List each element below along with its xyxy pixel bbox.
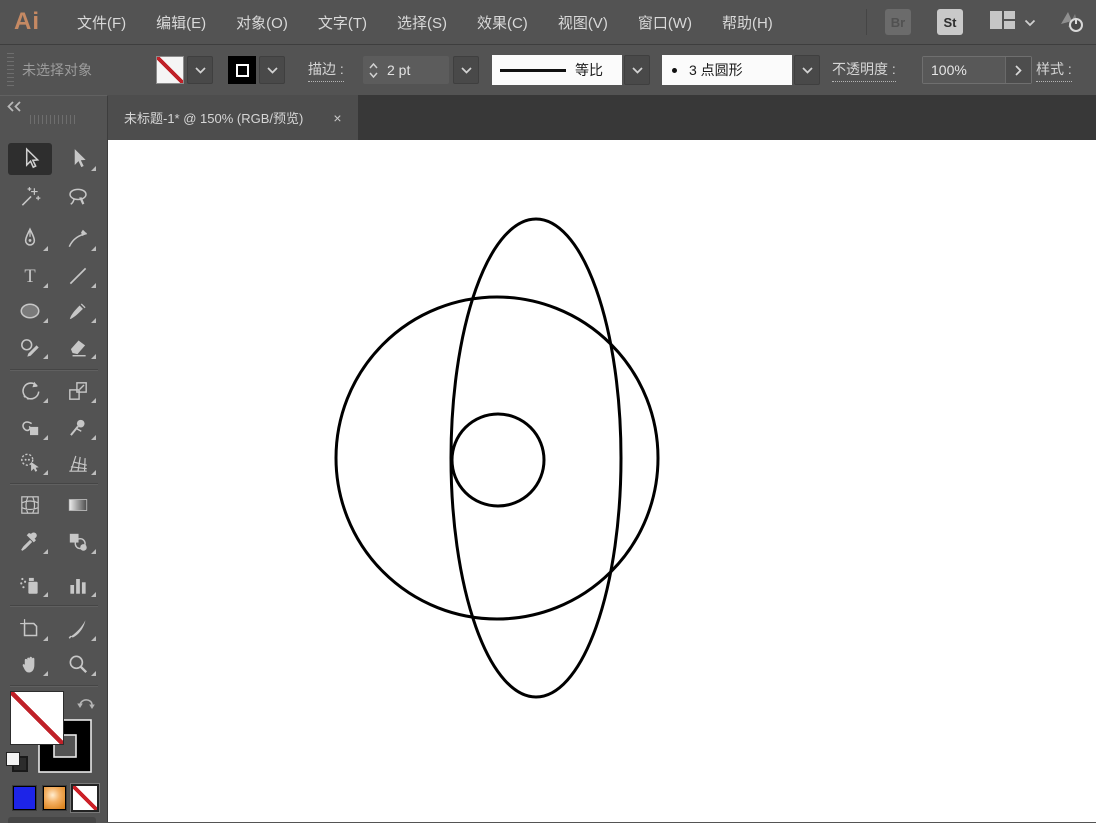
toolbar-divider <box>10 605 98 606</box>
menu-view[interactable]: 视图(V) <box>543 0 623 44</box>
bridge-icon[interactable]: Br <box>885 9 911 35</box>
opacity-widget[interactable]: 100% <box>922 56 1032 84</box>
tool-eyedropper[interactable] <box>8 526 52 558</box>
menu-window[interactable]: 窗口(W) <box>623 0 707 44</box>
drawing-mode-group-edge <box>8 817 96 823</box>
tool-magic-wand[interactable] <box>8 181 52 213</box>
tool-zoom[interactable] <box>56 648 100 680</box>
stroke-width-dropdown[interactable] <box>453 56 479 84</box>
tools-panel: T <box>0 95 108 823</box>
control-bar: 未选择对象 描边 : 2 pt 等比 3 点圆形 不透明度 : 100% 样式 … <box>0 45 1096 96</box>
fill-mode-color-button[interactable] <box>12 785 37 811</box>
tool-hand[interactable] <box>8 648 52 680</box>
tool-curvature[interactable] <box>56 223 100 255</box>
width-profile-value: 等比 <box>575 62 603 78</box>
stroke-width-stepper[interactable]: 2 pt <box>363 56 449 84</box>
panel-drag-grip[interactable] <box>30 115 76 124</box>
fill-color-proxy[interactable] <box>10 691 64 745</box>
toolbar-divider <box>10 483 98 484</box>
tool-knife[interactable] <box>56 613 100 645</box>
artwork-svg <box>334 217 660 699</box>
launcher-power-icon[interactable] <box>1056 5 1086 39</box>
tab-close-icon[interactable]: × <box>333 110 341 126</box>
tool-shape-builder[interactable] <box>8 447 52 479</box>
chevron-down-icon[interactable] <box>1024 14 1036 31</box>
menu-file[interactable]: 文件(F) <box>62 0 141 44</box>
style-label[interactable]: 样式 : <box>1036 45 1072 95</box>
fill-none-swatch[interactable] <box>156 56 184 84</box>
document-tab[interactable]: 未标题-1* @ 150% (RGB/预览) × <box>108 95 358 140</box>
swap-fill-stroke-icon[interactable] <box>76 694 98 717</box>
tool-artboard[interactable] <box>8 613 52 645</box>
canvas[interactable] <box>108 140 1096 822</box>
toolbar-divider <box>10 369 98 370</box>
fill-mode-gradient-button[interactable] <box>42 785 67 811</box>
controlbar-grip[interactable] <box>7 53 14 89</box>
tool-scale[interactable] <box>56 375 100 407</box>
artwork-orbit-ellipse <box>449 217 623 699</box>
workspace-switcher-icon[interactable] <box>989 9 1016 35</box>
stepper-arrows[interactable] <box>363 56 383 84</box>
artwork-inner-circle <box>450 412 546 508</box>
selection-status: 未选择对象 <box>22 62 92 78</box>
menu-select[interactable]: 选择(S) <box>382 0 462 44</box>
stroke-swatch-dropdown[interactable] <box>259 56 285 84</box>
document-tab-bar: 未标题-1* @ 150% (RGB/预览) × <box>108 95 1096 140</box>
tool-selection[interactable] <box>8 143 52 175</box>
brush-dropdown[interactable] <box>794 55 820 85</box>
opacity-label[interactable]: 不透明度 : <box>832 45 896 95</box>
tool-column-graph[interactable] <box>56 569 100 601</box>
document-tab-title: 未标题-1* @ 150% (RGB/预览) <box>124 111 304 126</box>
width-profile-dropdown[interactable] <box>624 55 650 85</box>
tool-shaper[interactable] <box>8 331 52 363</box>
tool-line-segment[interactable] <box>56 260 100 292</box>
toolbar-divider <box>10 685 98 686</box>
fill-swatch-dropdown[interactable] <box>187 56 213 84</box>
tool-paintbrush[interactable] <box>56 295 100 327</box>
stock-icon[interactable]: St <box>937 9 963 35</box>
opacity-value[interactable]: 100% <box>923 57 1005 83</box>
collapse-panel-icon[interactable] <box>6 99 22 117</box>
tool-rotate[interactable] <box>8 375 52 407</box>
default-fill-stroke-icon[interactable] <box>6 752 28 772</box>
fill-mode-none-button[interactable] <box>71 784 99 812</box>
tool-eraser[interactable] <box>56 331 100 363</box>
menubar-divider <box>866 9 867 35</box>
tool-gradient[interactable] <box>56 489 100 521</box>
opacity-expand-arrow[interactable] <box>1005 57 1031 83</box>
uniform-profile-line-icon <box>500 68 566 72</box>
menu-help[interactable]: 帮助(H) <box>707 0 788 44</box>
stroke-black-swatch[interactable] <box>228 56 256 84</box>
tool-lasso[interactable] <box>56 181 100 213</box>
menu-effect[interactable]: 效果(C) <box>462 0 543 44</box>
tool-mesh[interactable] <box>8 489 52 521</box>
tool-symbol-sprayer[interactable] <box>8 569 52 601</box>
brush-select[interactable]: 3 点圆形 <box>662 55 792 85</box>
tool-pen[interactable] <box>8 223 52 255</box>
tool-warp[interactable] <box>8 412 52 444</box>
stroke-label[interactable]: 描边 : <box>308 45 344 95</box>
menu-type[interactable]: 文字(T) <box>303 0 382 44</box>
menu-bar: Ai 文件(F) 编辑(E) 对象(O) 文字(T) 选择(S) 效果(C) 视… <box>0 0 1096 45</box>
menu-object[interactable]: 对象(O) <box>221 0 303 44</box>
tool-blend[interactable] <box>56 526 100 558</box>
width-profile-select[interactable]: 等比 <box>492 55 622 85</box>
tool-perspective-grid[interactable] <box>56 447 100 479</box>
tool-type[interactable]: T <box>8 260 52 292</box>
svg-text:T: T <box>24 266 36 287</box>
stroke-width-value[interactable]: 2 pt <box>383 56 449 84</box>
tool-ellipse[interactable] <box>8 295 52 327</box>
app-logo: Ai <box>14 8 40 35</box>
menu-edit[interactable]: 编辑(E) <box>141 0 221 44</box>
tool-direct-selection[interactable] <box>56 143 100 175</box>
brush-preview-dot-icon <box>672 67 677 73</box>
tool-puppet-warp[interactable] <box>56 412 100 444</box>
brush-value: 3 点圆形 <box>689 62 743 78</box>
